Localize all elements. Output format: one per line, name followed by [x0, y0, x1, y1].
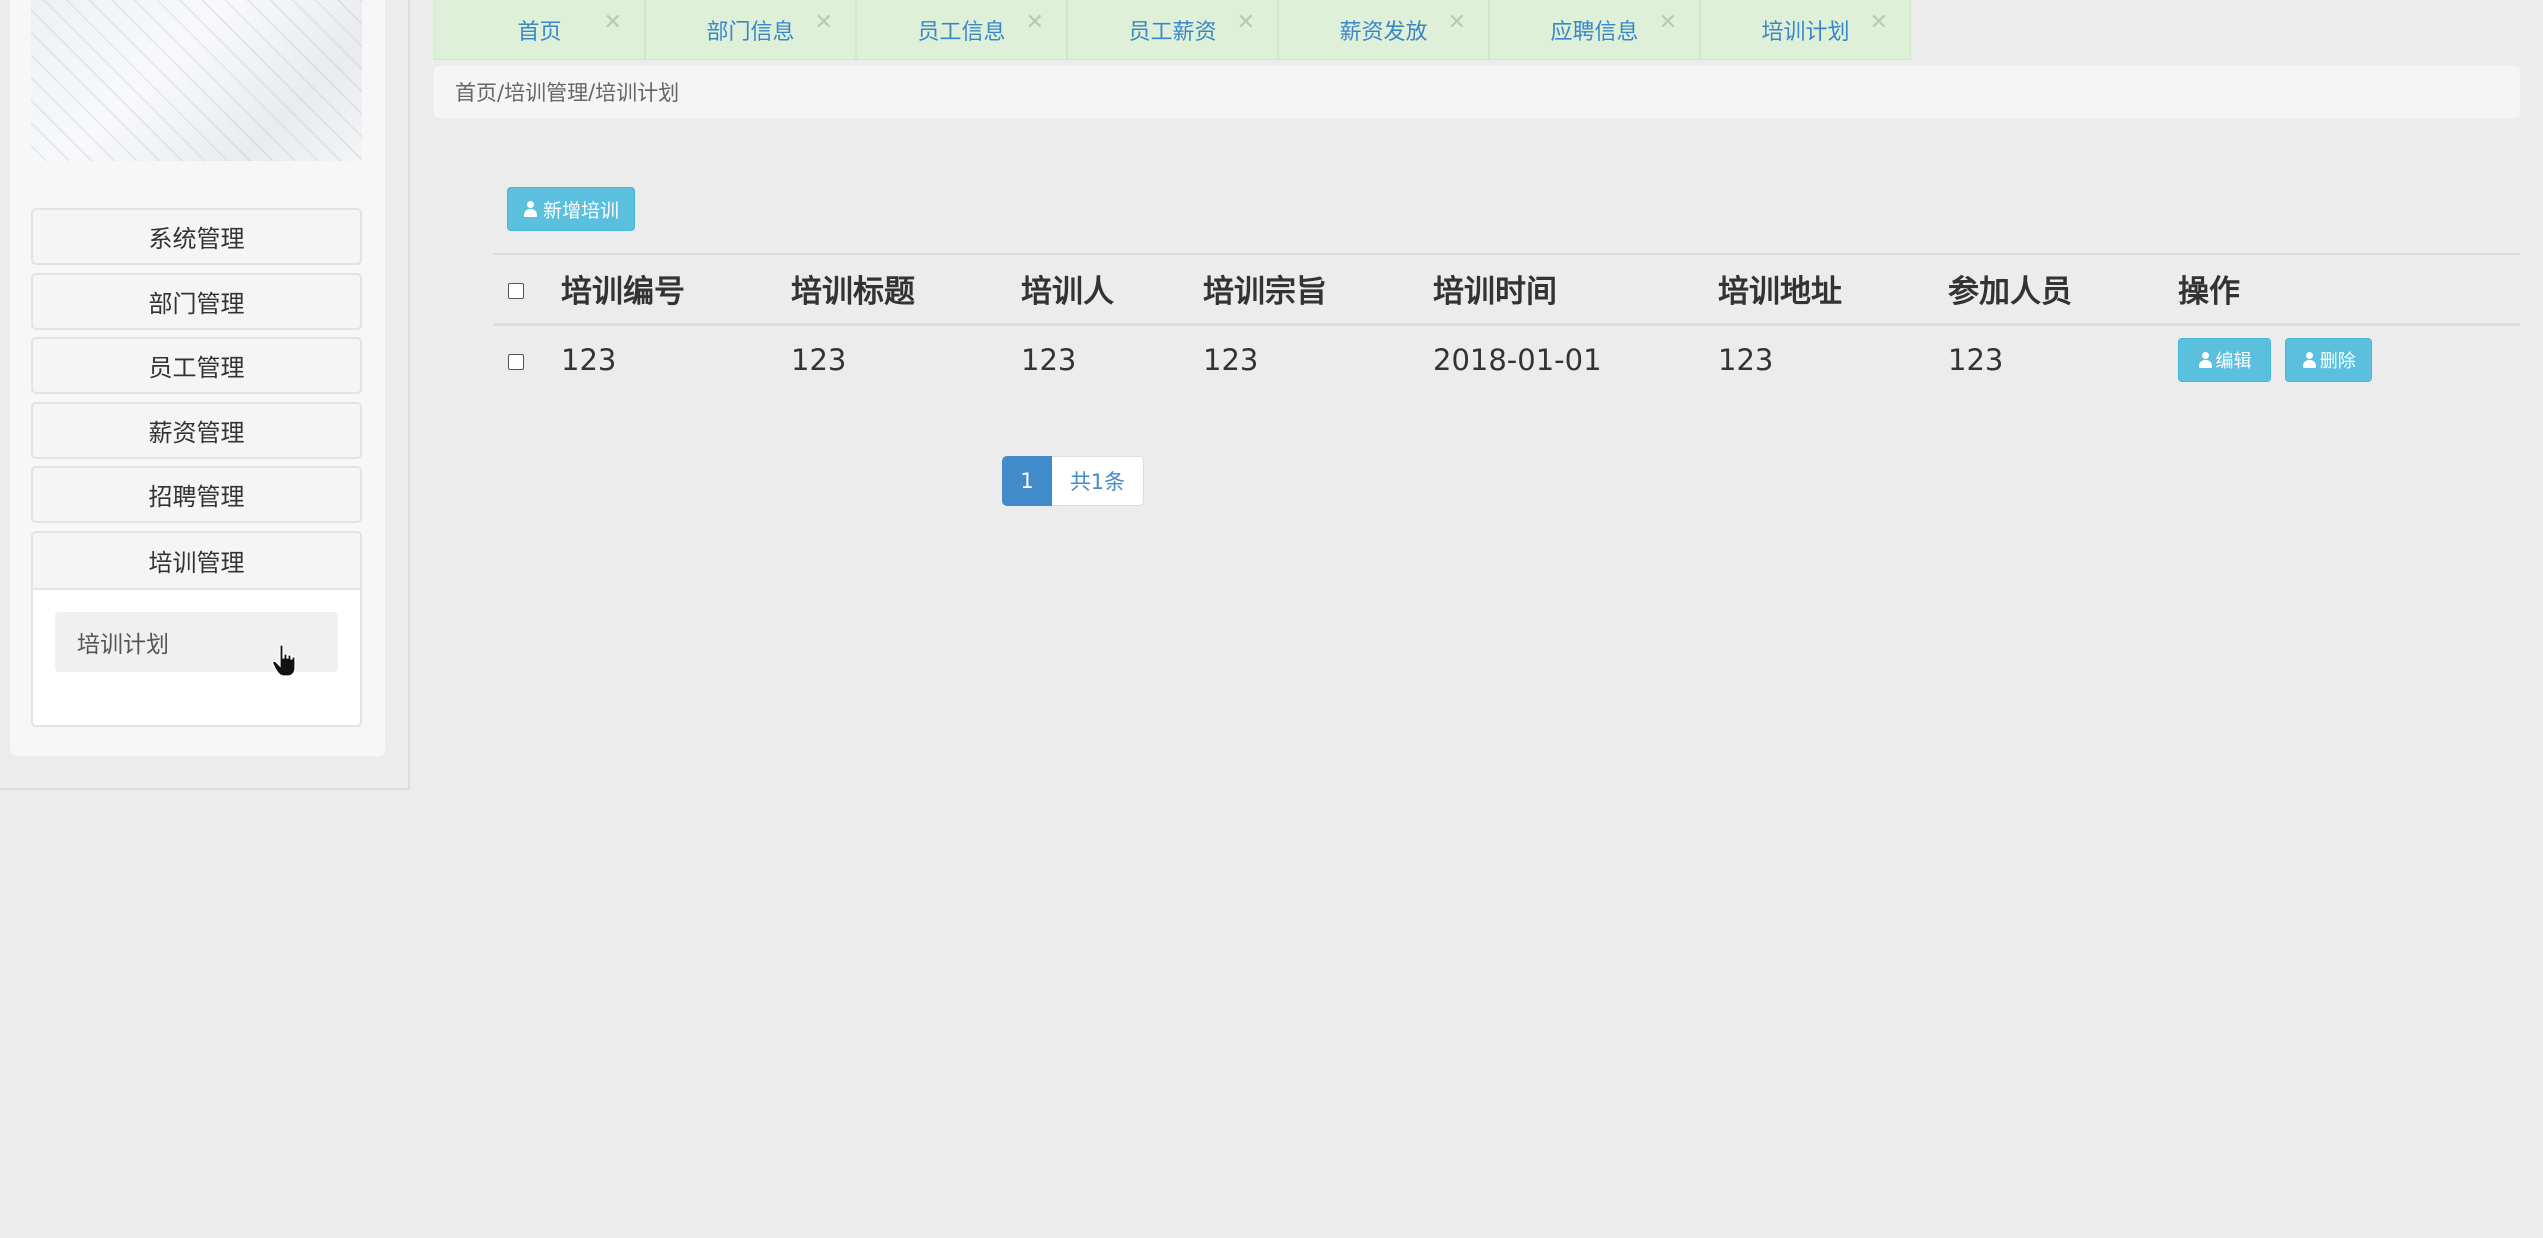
row-checkbox[interactable]	[508, 353, 524, 370]
close-icon[interactable]: ✕	[1448, 12, 1466, 34]
tab-label: 应聘信息	[1550, 19, 1639, 45]
page-button-1[interactable]: 1	[1002, 456, 1052, 506]
breadcrumb-section[interactable]: 培训管理	[504, 77, 588, 107]
select-all-checkbox[interactable]	[508, 282, 524, 299]
header-training-id: 培训编号	[561, 274, 685, 311]
edit-button[interactable]: 编辑	[2178, 337, 2271, 382]
close-icon[interactable]: ✕	[815, 12, 833, 34]
header-checkbox-cell	[493, 254, 561, 324]
header-participants: 参加人员	[1948, 274, 2072, 311]
training-table: 培训编号 培训标题 培训人 培训宗旨 培训时间 培训地址 参加人员 操作 123…	[493, 253, 2520, 394]
user-icon	[2302, 351, 2317, 368]
breadcrumb-separator: /	[588, 80, 596, 104]
table-header-row: 培训编号 培训标题 培训人 培训宗旨 培训时间 培训地址 参加人员 操作	[493, 254, 2520, 324]
cell-training-purpose: 123	[1203, 342, 1259, 377]
close-icon[interactable]: ✕	[1026, 12, 1044, 34]
tab-employee-info[interactable]: 员工信息 ✕	[856, 0, 1067, 60]
header-training-title: 培训标题	[791, 274, 915, 311]
sidebar-item-training[interactable]: 培训管理	[33, 532, 360, 590]
cell-training-time: 2018-01-01	[1433, 342, 1602, 377]
tab-label: 培训计划	[1761, 19, 1850, 45]
cell-training-address: 123	[1718, 342, 1774, 377]
header-training-time: 培训时间	[1433, 274, 1557, 311]
header-training-address: 培训地址	[1718, 274, 1842, 311]
tab-label: 员工信息	[917, 19, 1006, 45]
close-icon[interactable]: ✕	[1659, 12, 1677, 34]
delete-label: 删除	[2319, 350, 2356, 372]
tab-label: 部门信息	[706, 19, 795, 45]
logo-image	[31, 0, 362, 161]
tab-label: 薪资发放	[1339, 19, 1428, 45]
pagination: 1 共1条	[1002, 456, 1144, 506]
edit-label: 编辑	[2215, 350, 2252, 372]
close-icon[interactable]: ✕	[604, 12, 622, 34]
user-icon	[523, 201, 538, 217]
tab-department-info[interactable]: 部门信息 ✕	[645, 0, 856, 60]
tab-label: 首页	[517, 19, 562, 45]
sidebar-menu: 系统管理 部门管理 员工管理 薪资管理 招聘管理 培训管理 培训计划	[31, 208, 362, 727]
header-trainer: 培训人	[1021, 274, 1114, 311]
cell-trainer: 123	[1021, 342, 1077, 377]
header-actions: 操作	[2178, 274, 2240, 311]
tab-label: 员工薪资	[1128, 19, 1217, 45]
sidebar-item-system[interactable]: 系统管理	[31, 208, 362, 265]
sidebar-item-recruitment[interactable]: 招聘管理	[31, 466, 362, 523]
cell-participants: 123	[1948, 342, 2004, 377]
cell-actions: 编辑 删除	[2178, 324, 2520, 394]
tab-bar: 首页 ✕ 部门信息 ✕ 员工信息 ✕ 员工薪资 ✕ 薪资发放 ✕ 应聘信息 ✕ …	[434, 0, 1911, 60]
close-icon[interactable]: ✕	[1870, 12, 1888, 34]
sidebar-item-salary[interactable]: 薪资管理	[31, 401, 362, 459]
breadcrumb: 首页/ 培训管理 / 培训计划	[434, 66, 2520, 118]
tab-employee-salary[interactable]: 员工薪资 ✕	[1067, 0, 1278, 60]
row-checkbox-cell	[493, 324, 561, 394]
cell-training-id: 123	[561, 342, 617, 377]
pagination-total: 共1条	[1052, 456, 1144, 506]
breadcrumb-home[interactable]: 首页/	[455, 77, 504, 107]
hand-cursor-icon	[272, 644, 296, 677]
breadcrumb-current: 培训计划	[595, 81, 680, 105]
sidebar-item-department[interactable]: 部门管理	[31, 272, 362, 330]
add-training-label: 新增培训	[542, 199, 619, 222]
table-row: 123 123 123 123 2018-01-01 123 123 编辑 删除	[493, 324, 2520, 394]
header-training-purpose: 培训宗旨	[1203, 274, 1327, 311]
tab-home[interactable]: 首页 ✕	[434, 0, 645, 60]
cell-training-title: 123	[791, 342, 847, 377]
tab-training-plan[interactable]: 培训计划 ✕	[1700, 0, 1911, 60]
tab-applicant-info[interactable]: 应聘信息 ✕	[1489, 0, 1700, 60]
sidebar-frame: 系统管理 部门管理 员工管理 薪资管理 招聘管理 培训管理 培训计划	[0, 0, 410, 790]
user-icon	[2198, 351, 2213, 368]
close-icon[interactable]: ✕	[1237, 12, 1255, 34]
delete-button[interactable]: 删除	[2285, 337, 2373, 382]
sidebar-group-training: 培训管理 培训计划	[31, 530, 362, 727]
logo-watermark	[31, 0, 362, 161]
tab-salary-payment[interactable]: 薪资发放 ✕	[1278, 0, 1489, 60]
sidebar-item-employee[interactable]: 员工管理	[31, 337, 362, 394]
add-training-button[interactable]: 新增培训	[507, 187, 635, 231]
